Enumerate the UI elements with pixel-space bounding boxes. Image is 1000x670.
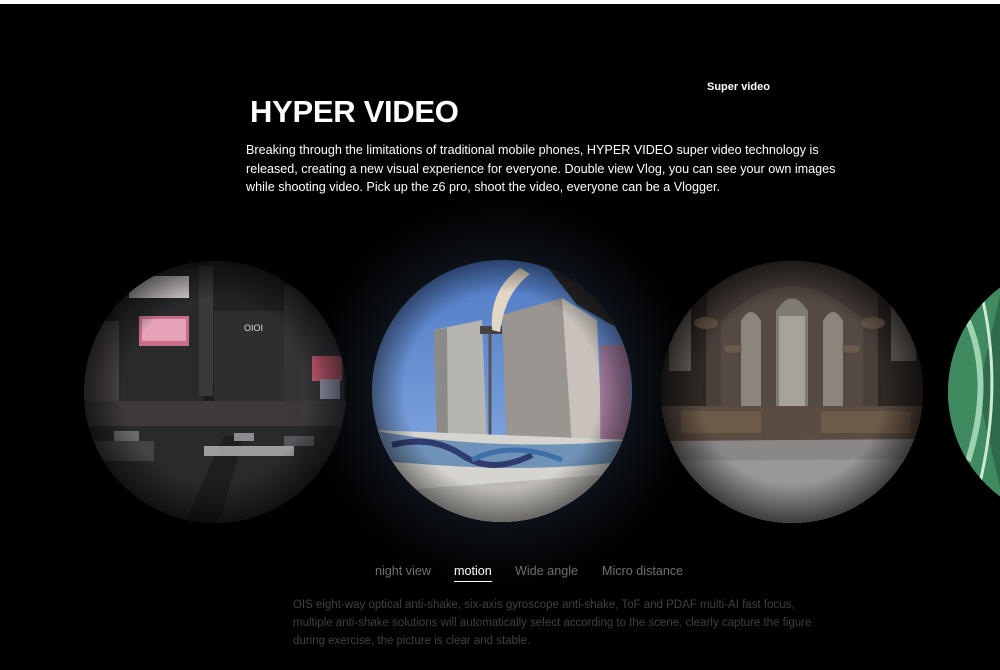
skatepark-fisheye-image xyxy=(372,260,632,522)
page-title: HYPER VIDEO xyxy=(250,94,459,129)
tab-motion[interactable]: motion xyxy=(454,564,492,582)
cathedral-hall-image xyxy=(661,261,923,523)
intro-paragraph: Breaking through the limitations of trad… xyxy=(246,143,836,194)
partial-green-image xyxy=(948,261,1000,523)
tab-micro-distance[interactable]: Micro distance xyxy=(602,564,683,578)
city-night-street-image: OIOI xyxy=(84,261,346,523)
tab-wide-angle[interactable]: Wide angle xyxy=(515,564,578,578)
tab-night-view[interactable]: night view xyxy=(375,564,431,578)
tab-description: OIS eight-way optical anti-shake, six-ax… xyxy=(293,599,812,647)
hyper-video-section: Super video HYPER VIDEO Breaking through… xyxy=(0,4,1000,670)
super-video-label: Super video xyxy=(707,81,770,93)
